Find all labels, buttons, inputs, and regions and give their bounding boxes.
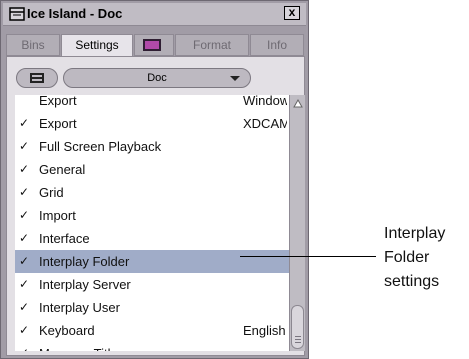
setting-name: Export [39,116,77,131]
settings-row[interactable]: Export Window [15,95,289,112]
check-mark-icon: ✓ [19,254,30,268]
setting-name: General [39,162,86,177]
tab-settings[interactable]: Settings [61,34,133,58]
bin-view-button[interactable] [16,68,58,88]
settings-row[interactable]: ✓ Marquee Title [15,342,289,351]
check-mark-icon: ✓ [19,277,30,291]
callout-line-2: Folder [384,249,430,266]
tab-format[interactable]: Format [175,34,249,56]
setting-name: Import [39,208,76,223]
check-mark-icon: ✓ [19,116,30,130]
vertical-scrollbar[interactable] [289,95,305,351]
check-mark-icon: ✓ [19,139,30,153]
settings-row[interactable]: ✓ Full Screen Playback [15,135,289,158]
setting-name: Keyboard [39,323,95,338]
settings-scope-select[interactable]: Doc [63,68,251,88]
setting-name: Full Screen Playback [39,139,162,154]
scrollbar-thumb[interactable] [291,305,304,349]
settings-window: Ice Island - Doc x Bins Settings Format … [0,0,309,359]
tab-bar: Bins Settings Format Info [6,34,306,58]
settings-row[interactable]: ✓ Grid [15,181,289,204]
title-bar[interactable]: Ice Island - Doc x [3,3,306,26]
settings-row[interactable]: ✓ General [15,158,289,181]
check-mark-icon: ✓ [19,162,30,176]
callout-leader-line [240,256,376,257]
callout-line-1: Interplay [384,225,446,242]
setting-value: Window [243,95,287,108]
setting-value: XDCAM [243,116,287,131]
color-swatch-icon [143,39,161,51]
settings-scope-value: Doc [147,72,167,84]
check-mark-icon: ✓ [19,185,30,199]
check-mark-icon: ✓ [19,208,30,222]
bin-window-icon [9,7,25,21]
setting-name: Interface [39,231,90,246]
check-mark-icon: ✓ [19,342,31,351]
check-mark-icon: ✓ [19,231,30,245]
settings-list: Export Window ✓ Export XDCAM ✓ Full Scre… [15,95,289,351]
settings-row-selected[interactable]: ✓ Interplay Folder [15,250,289,273]
scroll-up-arrow-icon[interactable] [293,99,303,109]
chevron-down-icon [230,76,240,81]
setting-name: Export [39,95,77,108]
setting-name: Marquee Title [39,342,118,351]
check-mark-icon: ✓ [19,323,30,337]
tab-color[interactable] [134,34,174,56]
check-mark-icon: ✓ [19,300,30,314]
settings-panel: Doc Export Window ✓ Export XDCAM ✓ Full … [6,56,305,356]
callout-line-3: settings [384,273,440,290]
settings-row[interactable]: ✓ Interplay Server [15,273,289,296]
window-title: Ice Island - Doc [27,6,123,21]
setting-name: Interplay User [39,300,120,315]
grip-line [295,339,301,340]
setting-value: English [243,323,286,338]
settings-row[interactable]: ✓ Export XDCAM [15,112,289,135]
settings-row[interactable]: ✓ Interface [15,227,289,250]
settings-row[interactable]: ✓ Keyboard English [15,319,289,342]
grip-line [295,342,301,343]
settings-row[interactable]: ✓ Import [15,204,289,227]
grip-line [295,336,301,337]
bin-view-icon [30,73,44,83]
tab-bins[interactable]: Bins [6,34,60,56]
tab-info[interactable]: Info [250,34,304,56]
setting-name: Interplay Server [39,277,131,292]
setting-name: Grid [39,185,64,200]
settings-row[interactable]: ✓ Interplay User [15,296,289,319]
setting-name: Interplay Folder [39,254,130,269]
close-button[interactable]: x [284,6,300,20]
callout-label: Interplay Folder settings [384,222,445,294]
